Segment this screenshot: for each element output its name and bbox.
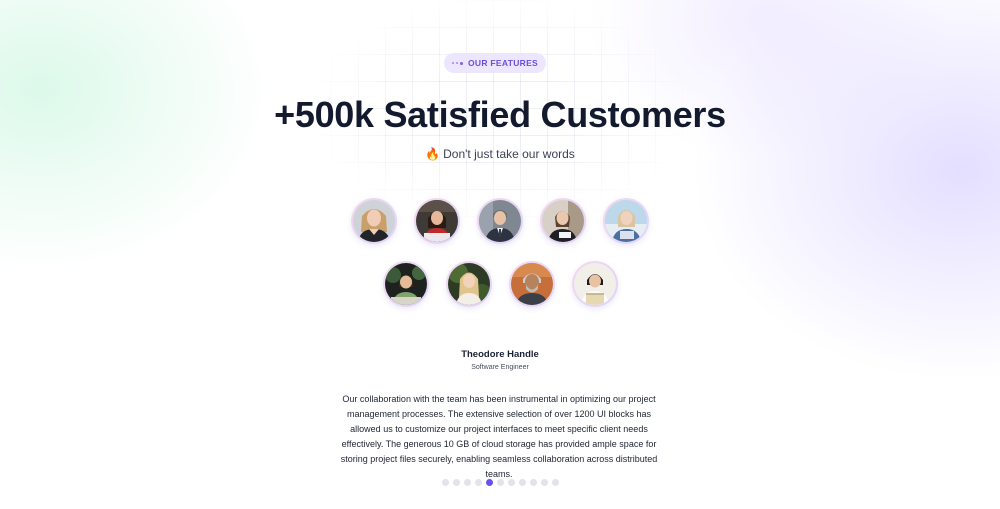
testimonial-role: Software Engineer <box>471 364 529 371</box>
pagination-dot[interactable] <box>518 479 526 486</box>
badge-label: OUR FEATURES <box>467 58 539 68</box>
avatar[interactable] <box>414 198 460 244</box>
subtitle-text: Don't just take our words <box>443 147 575 161</box>
dots-icon <box>451 61 463 65</box>
avatar[interactable] <box>445 261 492 307</box>
avatar[interactable] <box>508 261 555 307</box>
avatar[interactable] <box>477 198 523 244</box>
avatar[interactable] <box>382 261 429 307</box>
avatar[interactable] <box>351 198 397 244</box>
testimonial-quote: Our collaboration with the team has been… <box>340 394 658 479</box>
pagination-dot[interactable] <box>507 479 515 486</box>
avatar[interactable] <box>603 198 649 244</box>
fire-icon: 🔥 <box>425 147 441 161</box>
page-title: +500k Satisfied Customers <box>274 94 726 135</box>
section-badge: OUR FEATURES <box>444 53 546 73</box>
pagination-dot[interactable] <box>540 479 548 486</box>
avatar[interactable] <box>540 198 586 244</box>
pagination-dot[interactable] <box>441 479 449 486</box>
subtitle: 🔥 Don't just take our words <box>0 145 1000 163</box>
testimonial-name: Theodore Handle <box>461 349 539 360</box>
pagination <box>0 479 1000 486</box>
pagination-dot[interactable] <box>529 479 537 486</box>
pagination-dot[interactable] <box>474 479 482 486</box>
pagination-dot[interactable] <box>551 479 559 486</box>
testimonials-section: OUR FEATURES +500k Satisfied Customers 🔥… <box>0 0 1000 509</box>
avatar-row-1 <box>0 198 1000 244</box>
avatar[interactable] <box>571 261 618 307</box>
pagination-dot[interactable] <box>463 479 471 486</box>
pagination-dot[interactable] <box>496 479 504 486</box>
pagination-dot[interactable] <box>452 479 460 486</box>
avatar-row-2 <box>0 261 1000 307</box>
pagination-dot-active[interactable] <box>485 479 493 486</box>
